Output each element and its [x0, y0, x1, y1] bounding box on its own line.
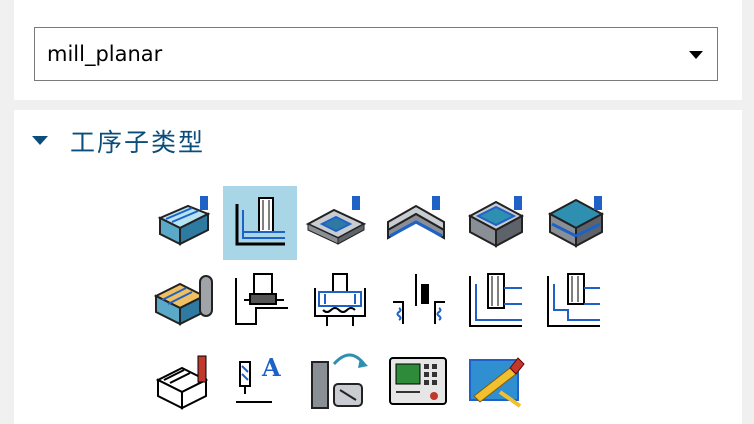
face-milling-area-icon[interactable]	[148, 186, 222, 260]
radial-groove-milling-icon[interactable]	[460, 264, 534, 338]
planar-text-icon[interactable]: A	[228, 344, 302, 418]
collapse-caret-icon[interactable]	[32, 136, 48, 145]
subtype-section-header[interactable]: 工序子类型	[14, 118, 414, 158]
planar-profile-icon[interactable]	[300, 186, 374, 260]
chevron-down-icon[interactable]	[689, 51, 703, 59]
shoulder-milling-icon[interactable]	[538, 264, 612, 338]
finish-floor-icon[interactable]	[540, 186, 614, 260]
finish-walls-icon[interactable]	[460, 186, 534, 260]
svg-text:A: A	[261, 353, 281, 382]
planar-mill-icon[interactable]	[223, 186, 297, 260]
solid-profile-3d-icon[interactable]	[148, 344, 222, 418]
groove-milling-icon[interactable]	[148, 264, 222, 338]
planar-edit-icon[interactable]	[460, 344, 534, 418]
hole-milling-icon[interactable]	[226, 264, 300, 338]
chamfer-milling-icon[interactable]	[383, 264, 457, 338]
cleanup-corners-icon[interactable]	[380, 186, 454, 260]
thread-milling-icon[interactable]	[303, 264, 377, 338]
mill-user-defined-icon[interactable]	[382, 344, 456, 418]
program-type-dropdown[interactable]: mill_planar	[34, 27, 718, 81]
dropdown-value: mill_planar	[47, 42, 163, 66]
mill-control-icon[interactable]	[304, 344, 378, 418]
section-title: 工序子类型	[70, 128, 206, 157]
